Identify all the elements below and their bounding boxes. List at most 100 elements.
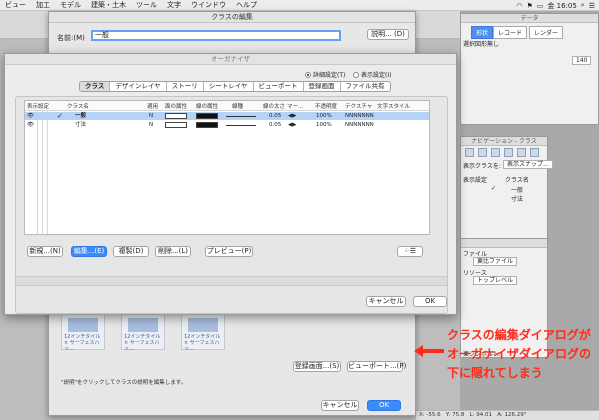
coord-y: Y: 75.8 xyxy=(445,412,465,418)
col-fill[interactable]: 面の属性 xyxy=(165,102,187,110)
col-texture[interactable]: テクスチャ xyxy=(345,102,372,110)
radio-display-settings[interactable]: 表示設定(I) xyxy=(353,70,391,79)
column-settings-button[interactable]: ⁘☰ xyxy=(397,246,423,257)
line-thickness: 0.05 xyxy=(269,122,282,128)
col-pen[interactable]: 線の属性 xyxy=(196,102,218,110)
menu-bar: ビュー 加工 モデル 建築・土木 ツール 文字 ウインドウ ヘルプ ◠ ⚑ ▭ … xyxy=(0,0,599,11)
col-text-style[interactable]: 文字スタイル xyxy=(377,102,410,110)
nav-row-check[interactable]: ✓ xyxy=(491,185,496,192)
field-140[interactable]: 140 xyxy=(572,56,592,65)
menu-architecture[interactable]: 建築・土木 xyxy=(86,0,131,10)
texture-thumbnail[interactable]: 12インチタイル × サーフェスハッ... xyxy=(181,314,225,352)
flag-icon[interactable]: ⚑ xyxy=(526,2,532,10)
line-type-preview xyxy=(226,116,256,117)
texture: NNNNNNN xyxy=(345,122,374,128)
sheet-icon[interactable] xyxy=(504,148,513,157)
list-icon[interactable]: ☰ xyxy=(589,2,595,10)
tab-story[interactable]: ストーリ xyxy=(167,82,204,91)
annotation-arrow-icon xyxy=(414,345,444,357)
duplicate-button[interactable]: 複製(D) xyxy=(113,246,149,257)
tab-sheet-layer[interactable]: シートレイヤ xyxy=(204,82,254,91)
col-line-type[interactable]: 線種 xyxy=(232,102,243,110)
col-display[interactable]: 表示設定 xyxy=(27,102,49,110)
new-button[interactable]: 新規...(N) xyxy=(27,246,63,257)
nav-row-name[interactable]: 一般 xyxy=(511,185,523,194)
class-name: 一般 xyxy=(75,113,87,119)
column-divider xyxy=(47,111,48,234)
class-icon[interactable] xyxy=(465,148,474,157)
menu-modify[interactable]: 加工 xyxy=(31,0,55,10)
tab-design-layer[interactable]: デザインレイヤ xyxy=(110,82,167,91)
clock[interactable]: 金 16:05 xyxy=(547,1,576,11)
radio-detail-settings[interactable]: 詳細設定(T) xyxy=(305,70,345,79)
menu-help[interactable]: ヘルプ xyxy=(231,0,262,10)
tab-record[interactable]: レコード xyxy=(493,26,528,39)
selection-status: 選択図形無し xyxy=(463,41,500,48)
layer-icon[interactable] xyxy=(478,148,487,157)
table-row[interactable]: 👁 ✓ 一般 N 0.05 ◀▶ 100% NNNNNNN xyxy=(25,112,429,120)
texture-thumbnail[interactable]: 12インチタイル × サーフェスハッ... xyxy=(121,314,165,352)
tab-class[interactable]: クラス xyxy=(80,82,111,91)
tab-render[interactable]: レンダー xyxy=(529,26,564,39)
column-divider xyxy=(37,111,38,234)
display-class-select[interactable]: 表示スナップ... xyxy=(503,160,553,169)
search-icon[interactable]: ⌕ xyxy=(581,1,585,10)
nav-row-name[interactable]: 寸法 xyxy=(511,194,523,203)
tab-file-share[interactable]: ファイル共有 xyxy=(341,82,390,91)
texture-caption: 12インチタイル × サーフェスハッ... xyxy=(124,334,161,352)
tab-shape[interactable]: 形状 xyxy=(471,26,494,39)
organizer-tabs: クラス デザインレイヤ ストーリ シートレイヤ ビューポート 登録画面 ファイル… xyxy=(79,81,391,92)
class-ok-button[interactable]: OK xyxy=(367,400,401,411)
annotation-line: クラスの編集ダイアログが xyxy=(447,328,591,342)
visibility-eye-icon[interactable]: 👁 xyxy=(27,112,34,120)
viewport-icon[interactable] xyxy=(517,148,526,157)
edit-button[interactable]: 編集...(E) xyxy=(71,246,107,257)
coord-l: L: 94.01 xyxy=(469,412,493,418)
visibility-eye-icon[interactable]: 👁 xyxy=(27,121,34,129)
file-select[interactable]: 東比ファイル xyxy=(473,257,518,266)
texture-thumbnail[interactable]: 12インチタイル × サーフェスハッ... xyxy=(61,314,105,352)
reference-icon[interactable] xyxy=(530,148,539,157)
nav-col-display: 表示設定 xyxy=(463,177,488,184)
menu-view[interactable]: ビュー xyxy=(0,0,31,10)
viewport-button[interactable]: ビューポート...(P) xyxy=(347,361,406,372)
class-name-input[interactable]: 一般 xyxy=(91,30,341,41)
col-apply[interactable]: 適用 xyxy=(147,102,158,110)
organizer-cancel-button[interactable]: キャンセル xyxy=(366,296,406,307)
marker-icon: ◀▶ xyxy=(288,113,297,119)
register-screen-button[interactable]: 登録画面...(S) xyxy=(293,361,341,372)
texture-preview xyxy=(128,318,158,332)
texture-caption: 12インチタイル × サーフェスハッ... xyxy=(184,334,221,352)
col-opacity[interactable]: 不透明度 xyxy=(315,102,337,110)
organizer-title: オーガナイザ xyxy=(5,54,456,65)
opacity: 100% xyxy=(316,113,332,119)
resource-select[interactable]: トップレベル xyxy=(473,276,518,285)
apply-flag: N xyxy=(149,113,154,119)
col-marker[interactable]: マー... xyxy=(287,102,303,110)
col-class-name[interactable]: クラス名 xyxy=(67,102,89,110)
preview-button[interactable]: プレビュー(P) xyxy=(205,246,253,257)
wifi-icon[interactable]: ◠ xyxy=(516,2,522,10)
menu-model[interactable]: モデル xyxy=(55,0,86,10)
col-thickness[interactable]: 線の太さ xyxy=(263,102,285,110)
opacity: 100% xyxy=(316,122,332,128)
name-label: 名前:(M) xyxy=(57,34,85,42)
radio-unselected-icon xyxy=(353,71,359,78)
delete-button[interactable]: 削除...(L) xyxy=(155,246,191,257)
description-hint: "説明"をクリックしてクラスの説明を編集します。 xyxy=(61,380,187,386)
story-icon[interactable] xyxy=(491,148,500,157)
menu-tools[interactable]: ツール xyxy=(131,0,162,10)
description-button[interactable]: 説明... (D) xyxy=(367,29,409,40)
table-row[interactable]: 👁 寸法 N 0.05 ◀▶ 100% NNNNNNN xyxy=(25,121,429,129)
navigation-palette-title: ナビゲーション - クラス xyxy=(461,137,547,146)
battery-icon[interactable]: ▭ xyxy=(537,2,544,10)
tab-viewport[interactable]: ビューポート xyxy=(254,82,304,91)
organizer-ok-button[interactable]: OK xyxy=(413,296,447,307)
line-type-preview xyxy=(226,125,256,126)
annotation-line: オーガナイザダイアログの xyxy=(447,347,592,361)
tab-registered-screen[interactable]: 登録画面 xyxy=(304,82,341,91)
menubar-status: ◠ ⚑ ▭ 金 16:05 ⌕ ☰ xyxy=(516,0,595,11)
class-cancel-button[interactable]: キャンセル xyxy=(321,400,359,411)
menu-text[interactable]: 文字 xyxy=(162,0,186,10)
menu-window[interactable]: ウインドウ xyxy=(186,0,231,10)
